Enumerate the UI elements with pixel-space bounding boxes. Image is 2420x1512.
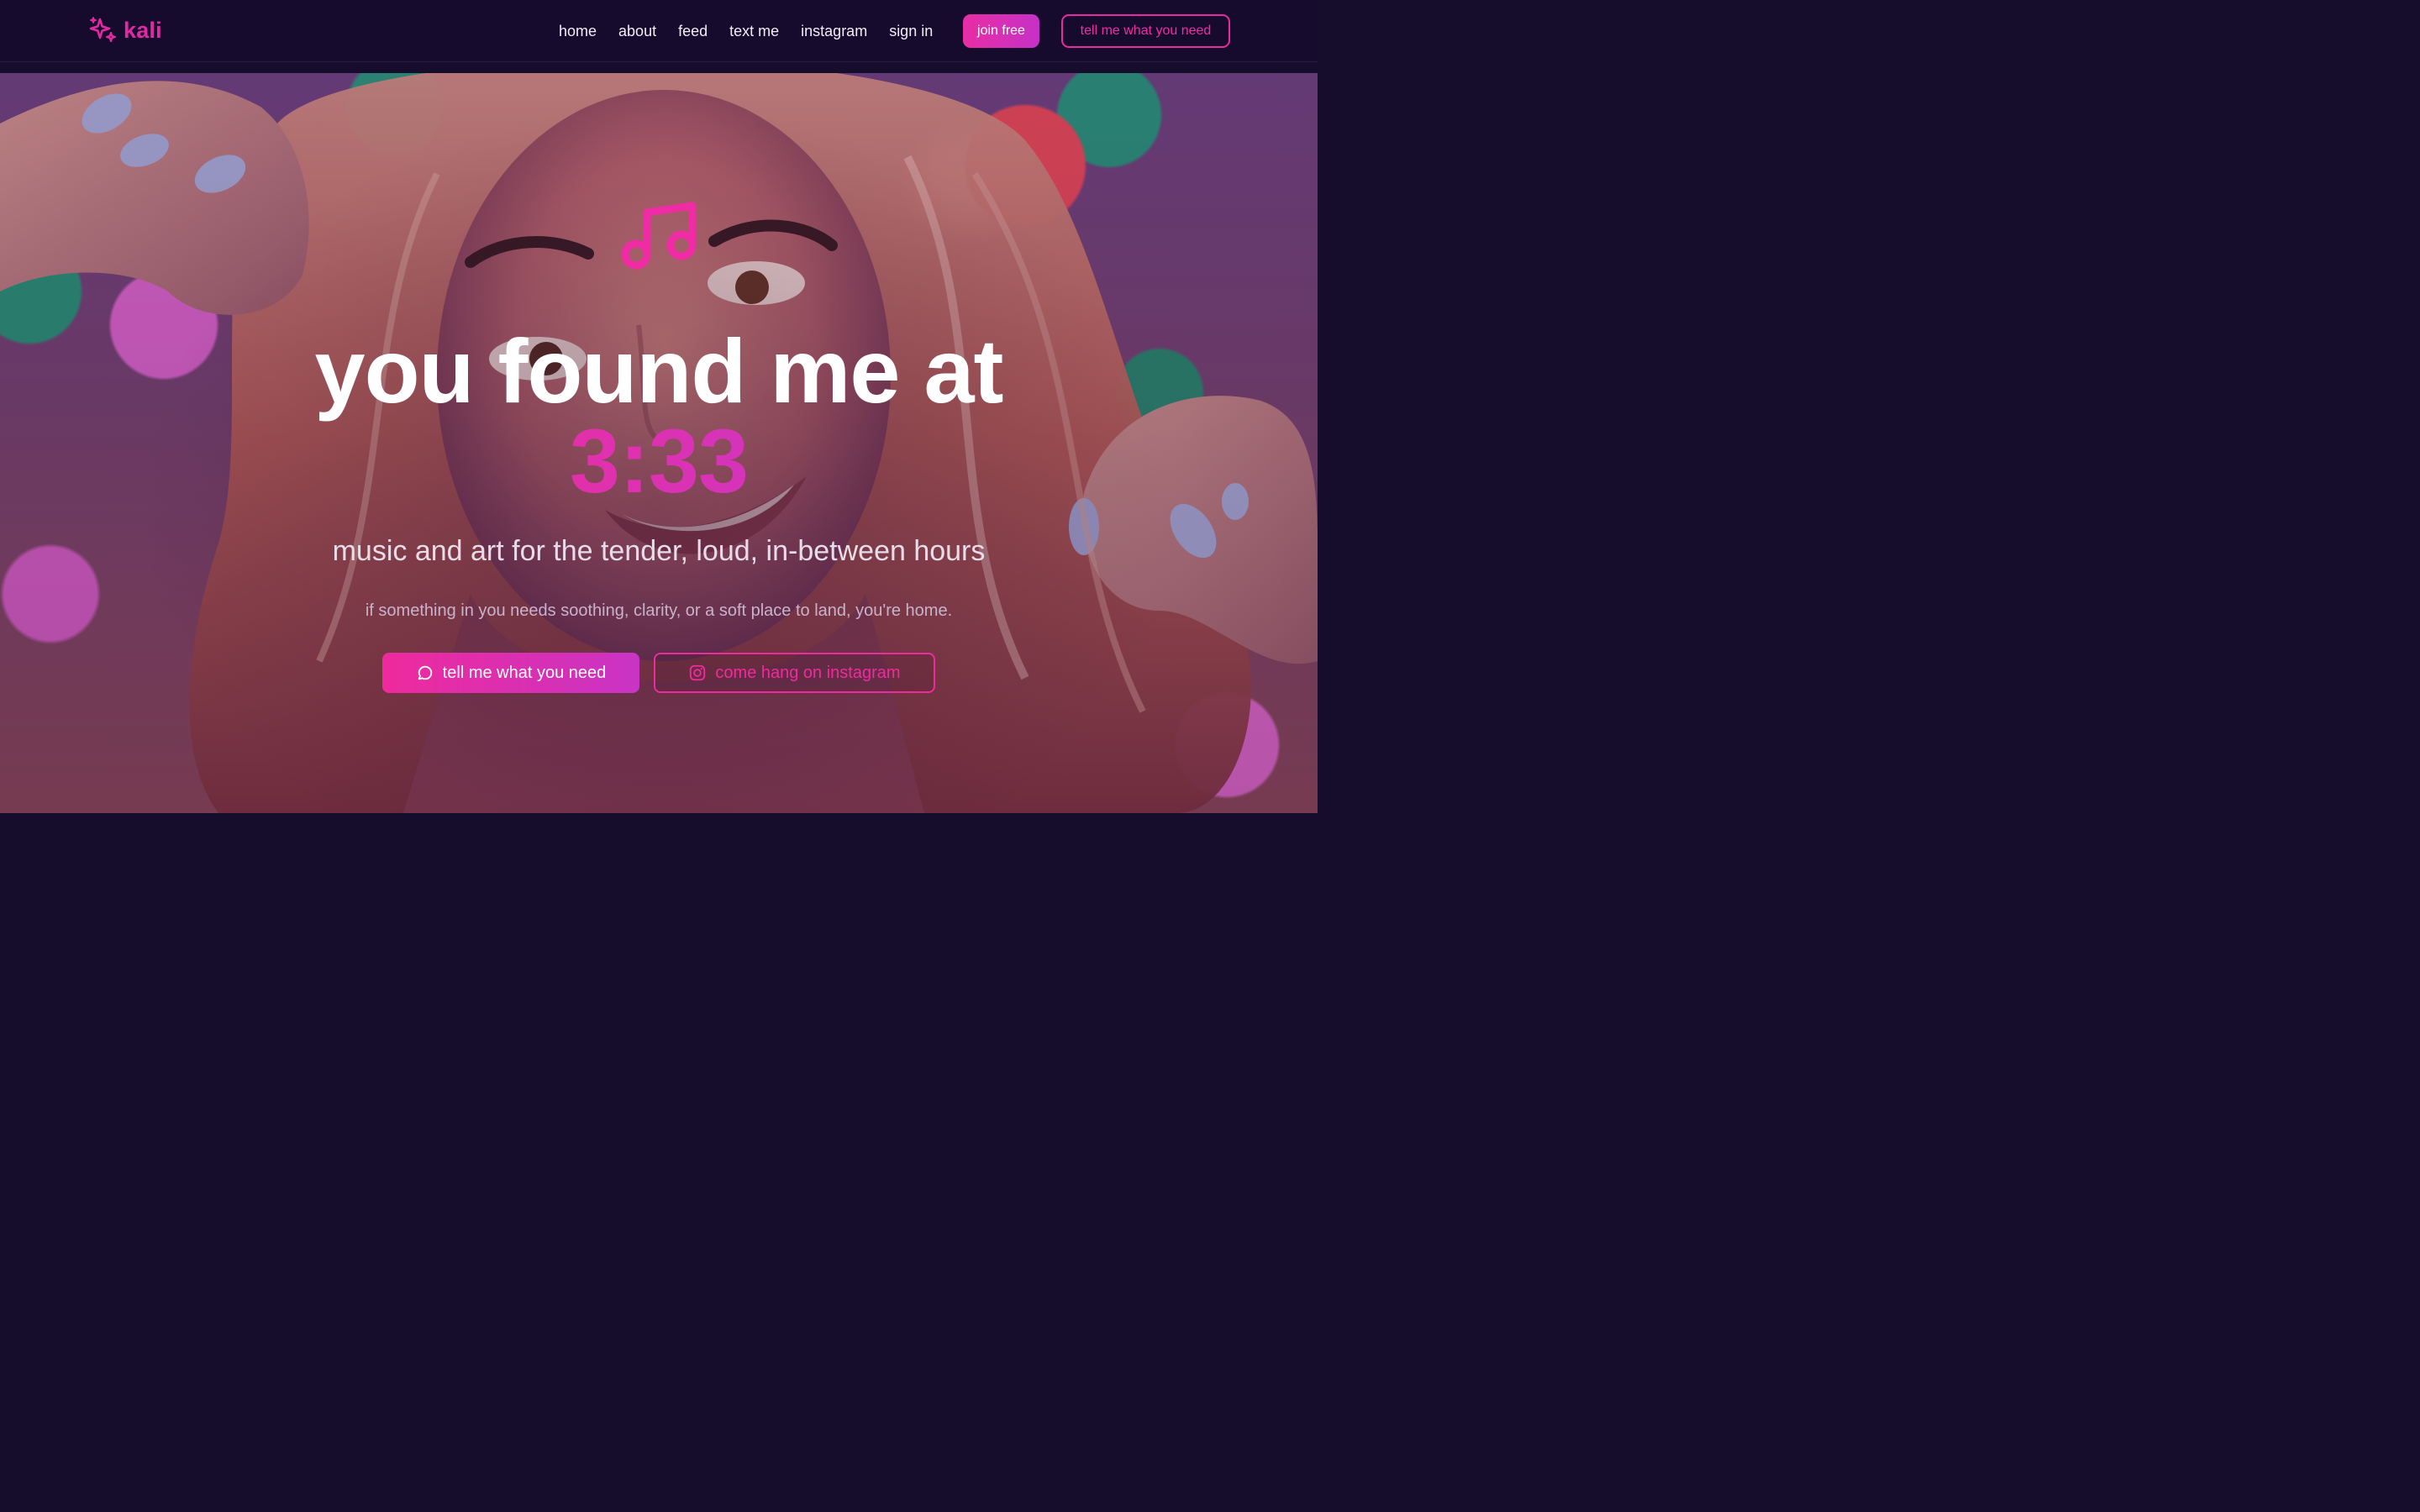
top-navigation: kali home about feed text me instagram s…	[0, 0, 1318, 62]
primary-cta-label: tell me what you need	[442, 663, 607, 682]
instagram-button[interactable]: come hang on instagram	[654, 653, 935, 693]
message-bubble-icon	[418, 665, 432, 680]
join-free-button[interactable]: join free	[963, 14, 1039, 48]
nav-tell-me-button[interactable]: tell me what you need	[1061, 14, 1230, 48]
nav-link-home[interactable]: home	[559, 20, 597, 42]
brand-name: kali	[124, 17, 162, 43]
hero-subheading: music and art for the tender, loud, in-b…	[332, 535, 986, 567]
nav-link-text-me[interactable]: text me	[729, 20, 779, 42]
nav-link-feed[interactable]: feed	[678, 20, 708, 42]
brand-logo-link[interactable]: kali	[88, 16, 162, 45]
hero-content: you found me at 3:33 music and art for t…	[0, 73, 1318, 813]
hero-headline-time: 3:33	[0, 415, 1318, 507]
tell-me-what-you-need-button[interactable]: tell me what you need	[382, 653, 639, 693]
nav-link-sign-in[interactable]: sign in	[889, 20, 933, 42]
page-footer-edge	[0, 813, 1318, 823]
secondary-cta-label: come hang on instagram	[715, 663, 901, 682]
nav-link-about[interactable]: about	[618, 20, 656, 42]
hero-section: you found me at 3:33 music and art for t…	[0, 73, 1318, 813]
hero-tagline: if something in you needs soothing, clar…	[365, 601, 953, 620]
hero-headline: you found me at	[314, 320, 1004, 422]
sparkles-icon	[89, 17, 117, 43]
instagram-icon	[690, 664, 706, 681]
music-note-icon	[621, 202, 697, 270]
nav-link-instagram[interactable]: instagram	[801, 20, 867, 42]
nav-links: home about feed text me instagram sign i…	[559, 20, 933, 42]
